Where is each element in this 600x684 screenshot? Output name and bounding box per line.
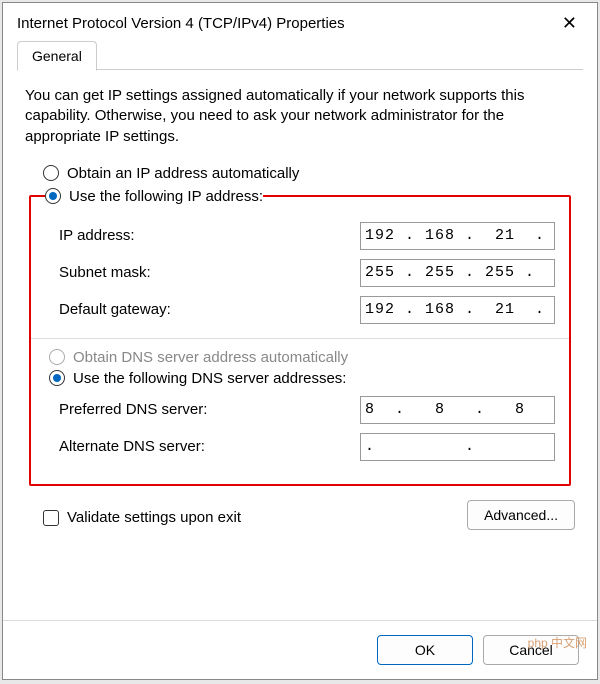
radio-dns-auto-row: Obtain DNS server address automatically [49,349,555,366]
preferred-dns-input[interactable] [360,396,555,424]
radio-dns-auto-label: Obtain DNS server address automatically [73,349,348,366]
close-icon[interactable]: ✕ [556,13,583,34]
validate-checkbox-row[interactable]: Validate settings upon exit [43,509,241,526]
divider [31,338,569,339]
alternate-dns-input[interactable] [360,433,555,461]
radio-dns-manual-row[interactable]: Use the following DNS server addresses: [49,370,555,387]
dialog-footer: OK Cancel php 中文网 [3,620,597,679]
window-title: Internet Protocol Version 4 (TCP/IPv4) P… [17,15,345,32]
subnet-mask-row: Subnet mask: [59,259,555,287]
radio-icon [43,165,59,181]
radio-ip-manual-row[interactable]: Use the following IP address: [45,188,263,205]
radio-ip-manual-label: Use the following IP address: [69,188,263,205]
alternate-dns-label: Alternate DNS server: [59,438,205,455]
radio-icon [45,188,61,204]
titlebar: Internet Protocol Version 4 (TCP/IPv4) P… [3,3,597,40]
ip-address-input[interactable] [360,222,555,250]
content-area: You can get IP settings assigned automat… [3,70,597,620]
ok-button[interactable]: OK [377,635,473,665]
default-gateway-label: Default gateway: [59,301,171,318]
dialog-window: Internet Protocol Version 4 (TCP/IPv4) P… [2,2,598,680]
advanced-button[interactable]: Advanced... [467,500,575,530]
highlighted-settings-box: Use the following IP address: IP address… [29,188,571,486]
radio-ip-auto-label: Obtain an IP address automatically [67,165,299,182]
description-text: You can get IP settings assigned automat… [25,86,575,147]
validate-checkbox-label: Validate settings upon exit [67,509,241,526]
radio-dns-manual-label: Use the following DNS server addresses: [73,370,346,387]
default-gateway-input[interactable] [360,296,555,324]
preferred-dns-label: Preferred DNS server: [59,401,207,418]
ip-address-row: IP address: [59,222,555,250]
radio-icon [49,349,65,365]
tab-general[interactable]: General [17,41,97,71]
alternate-dns-row: Alternate DNS server: [59,433,555,461]
radio-ip-auto-row[interactable]: Obtain an IP address automatically [43,165,575,182]
cancel-button[interactable]: Cancel [483,635,579,665]
preferred-dns-row: Preferred DNS server: [59,396,555,424]
tab-strip: General [3,40,597,70]
radio-icon [49,370,65,386]
checkbox-icon [43,510,59,526]
ip-address-label: IP address: [59,227,135,244]
default-gateway-row: Default gateway: [59,296,555,324]
subnet-mask-input[interactable] [360,259,555,287]
subnet-mask-label: Subnet mask: [59,264,151,281]
